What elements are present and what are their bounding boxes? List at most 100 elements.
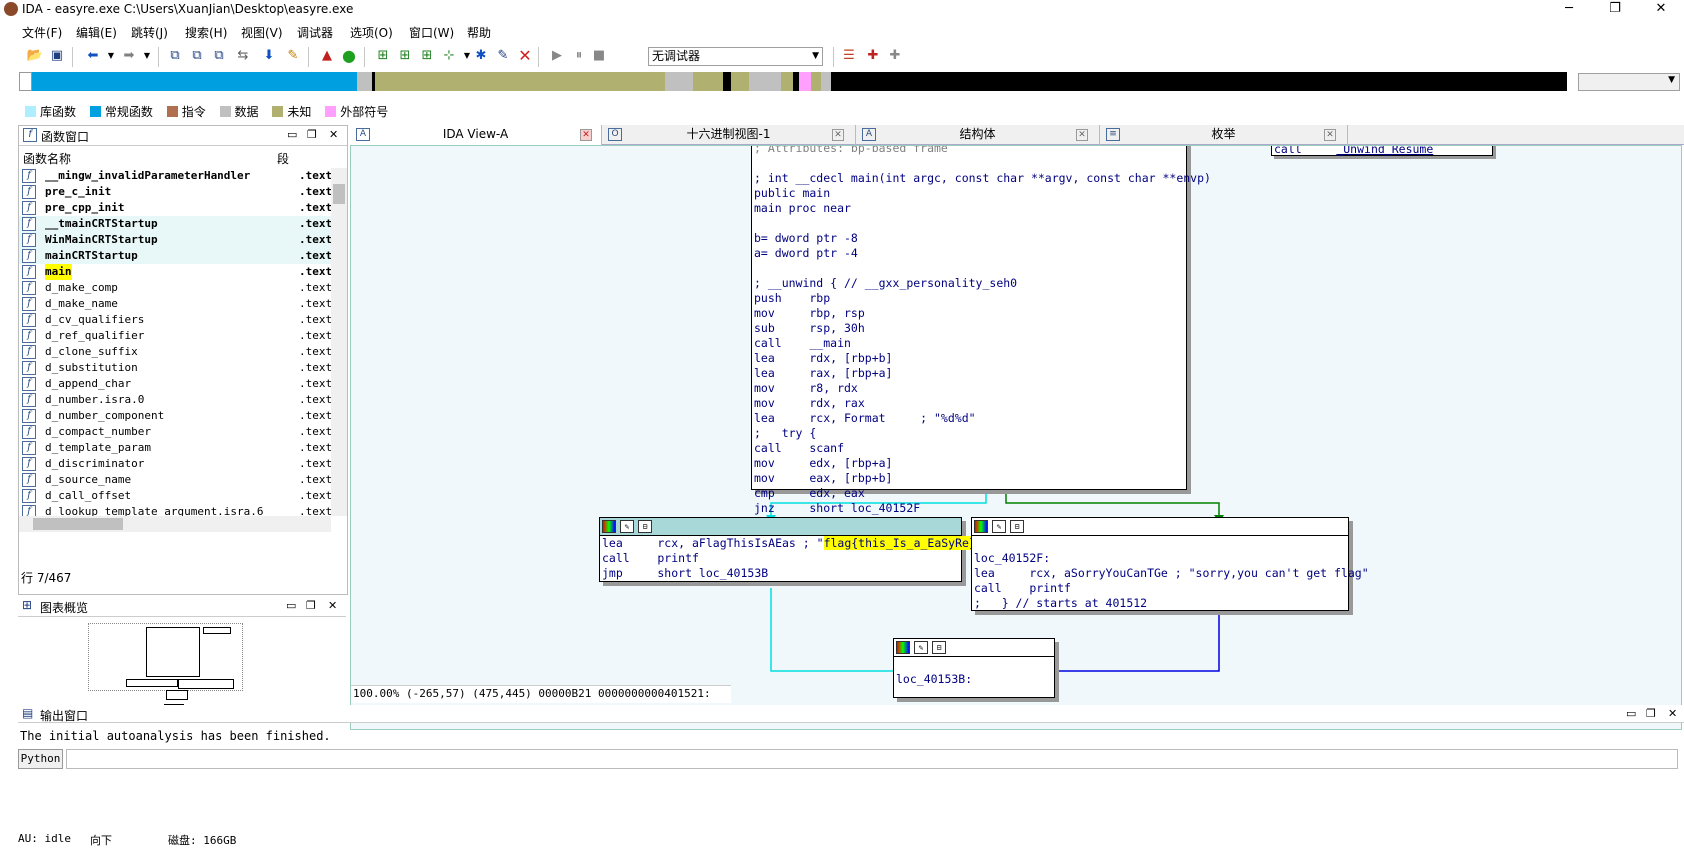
down-arrow-icon[interactable]: ⬇ bbox=[260, 47, 278, 65]
node-unwind[interactable]: call _Unwind_Resume bbox=[1271, 146, 1493, 156]
python-input[interactable] bbox=[66, 749, 1678, 769]
edit-icon[interactable]: ✎ bbox=[914, 641, 928, 654]
color-icon[interactable] bbox=[974, 520, 988, 533]
navigation-band[interactable] bbox=[32, 72, 1567, 91]
mark-icon[interactable]: ✎ bbox=[284, 47, 302, 65]
close-button[interactable]: ✕ bbox=[1638, 0, 1684, 20]
menu-debugger[interactable]: 调试器 bbox=[297, 24, 333, 41]
color-icon[interactable] bbox=[896, 641, 910, 654]
function-row[interactable]: f d_append_char .text bbox=[19, 376, 331, 392]
function-row[interactable]: f d_template_param .text bbox=[19, 440, 331, 456]
add-enum-icon[interactable]: ⊞ bbox=[418, 47, 436, 65]
add-struct-icon[interactable]: ⊞ bbox=[396, 47, 414, 65]
tab-close-icon[interactable]: ✕ bbox=[1076, 129, 1088, 141]
stop-icon[interactable]: ■ bbox=[590, 47, 608, 65]
minimize-button[interactable]: ─ bbox=[1546, 0, 1592, 20]
graph-view[interactable]: call _Unwind_Resume ; Attributes: bp-bas… bbox=[350, 145, 1682, 730]
group-icon[interactable]: ⊟ bbox=[638, 520, 652, 533]
function-row[interactable]: f __tmainCRTStartup .text bbox=[19, 216, 331, 232]
function-row[interactable]: f __mingw_invalidParameterHandler .text bbox=[19, 168, 331, 184]
group-icon[interactable]: ⊟ bbox=[932, 641, 946, 654]
tab-close-icon[interactable]: ✕ bbox=[832, 129, 844, 141]
node-sorry[interactable]: ✎ ⊟ loc_40152F: lea rcx, aSorryYouCanTGe … bbox=[971, 517, 1369, 611]
tab-enums[interactable]: ≡ 枚举 ✕ bbox=[1100, 125, 1348, 145]
list-icon[interactable]: ☰ bbox=[840, 47, 858, 65]
delete-icon[interactable]: ✕ bbox=[516, 47, 534, 65]
function-row[interactable]: f pre_c_init .text bbox=[19, 184, 331, 200]
python-button[interactable]: Python bbox=[18, 749, 63, 769]
function-row[interactable]: f d_cv_qualifiers .text bbox=[19, 312, 331, 328]
pane-close-button[interactable]: ✕ bbox=[328, 599, 337, 612]
tab-close-icon[interactable]: ✕ bbox=[580, 129, 592, 141]
tab-hex-view[interactable]: O 十六进制视图-1 ✕ bbox=[602, 125, 856, 145]
pane-float-button[interactable]: ❐ bbox=[306, 599, 316, 612]
start-debug-icon[interactable]: ▶ bbox=[548, 47, 566, 65]
menu-file[interactable]: 文件(F) bbox=[22, 24, 62, 41]
menu-view[interactable]: 视图(V) bbox=[241, 24, 283, 41]
function-row[interactable]: f d_substitution .text bbox=[19, 360, 331, 376]
function-row[interactable]: f d_clone_suffix .text bbox=[19, 344, 331, 360]
debugger-select[interactable]: 无调试器 ▼ bbox=[648, 47, 823, 66]
immediate-search-icon[interactable]: ⧉ bbox=[210, 47, 228, 65]
column-segment[interactable]: 段 bbox=[277, 150, 289, 167]
pane-close-button[interactable]: ✕ bbox=[329, 128, 338, 141]
pane-minimize-button[interactable]: ▭ bbox=[287, 128, 297, 141]
group-icon[interactable]: ⊟ bbox=[1010, 520, 1024, 533]
function-row[interactable]: f d_compact_number .text bbox=[19, 424, 331, 440]
menu-search[interactable]: 搜索(H) bbox=[185, 24, 227, 41]
forward-dropdown-icon[interactable]: ▼ bbox=[138, 47, 156, 65]
pause-icon[interactable]: ⏸ bbox=[570, 47, 588, 65]
tab-ida-view-a[interactable]: A IDA View-A ✕ bbox=[350, 125, 602, 145]
column-function-name[interactable]: 函数名称 bbox=[23, 150, 71, 167]
pane-float-button[interactable]: ❐ bbox=[307, 128, 317, 141]
function-row[interactable]: f pre_cpp_init .text bbox=[19, 200, 331, 216]
edit-icon[interactable]: ✎ bbox=[494, 47, 512, 65]
functions-vscrollbar[interactable] bbox=[331, 168, 347, 516]
tab-structures[interactable]: A 结构体 ✕ bbox=[856, 125, 1100, 145]
back-dropdown-icon[interactable]: ▼ bbox=[102, 47, 120, 65]
function-row[interactable]: f mainCRTStartup .text bbox=[19, 248, 331, 264]
forward-icon[interactable]: ➡ bbox=[120, 47, 138, 65]
back-icon[interactable]: ⬅ bbox=[84, 47, 102, 65]
function-row[interactable]: f d_source_name .text bbox=[19, 472, 331, 488]
node-loc-40153b[interactable]: ✎ ⊟ loc_40153B: bbox=[893, 638, 1055, 698]
pane-float-button[interactable]: ❐ bbox=[1646, 707, 1656, 720]
tracing-icon[interactable]: ✚ bbox=[886, 47, 904, 65]
function-row[interactable]: f d_ref_qualifier .text bbox=[19, 328, 331, 344]
add-icon[interactable]: ⊞ bbox=[374, 47, 392, 65]
function-row[interactable]: f d_make_name .text bbox=[19, 296, 331, 312]
nav-band-left[interactable] bbox=[19, 72, 32, 91]
function-row[interactable]: f d_discriminator .text bbox=[19, 456, 331, 472]
function-row[interactable]: f main .text bbox=[19, 264, 331, 280]
node-main[interactable]: ; Attributes: bp-based frame ; int __cdec… bbox=[751, 146, 1211, 515]
sequence-icon[interactable]: ⇆ bbox=[234, 47, 252, 65]
run-green-icon[interactable]: ● bbox=[340, 47, 358, 65]
menu-window[interactable]: 窗口(W) bbox=[409, 24, 454, 41]
pane-minimize-button[interactable]: ▭ bbox=[286, 599, 296, 612]
edit-icon[interactable]: ✎ bbox=[992, 520, 1006, 533]
color-icon[interactable] bbox=[602, 520, 616, 533]
menu-jump[interactable]: 跳转(J) bbox=[131, 24, 168, 41]
maximize-button[interactable]: ❐ bbox=[1592, 0, 1638, 20]
graph-icon[interactable]: ▲ bbox=[318, 47, 336, 65]
menu-options[interactable]: 选项(O) bbox=[350, 24, 393, 41]
nav-band-combo[interactable]: ▼ bbox=[1578, 73, 1680, 91]
function-row[interactable]: f d_call_offset .text bbox=[19, 488, 331, 504]
open-icon[interactable]: 📂 bbox=[26, 47, 44, 65]
menu-edit[interactable]: 编辑(E) bbox=[76, 24, 117, 41]
save-icon[interactable]: ▣ bbox=[48, 47, 66, 65]
binary-icon[interactable]: ⧉ bbox=[166, 47, 184, 65]
function-row[interactable]: f d_number.isra.0 .text bbox=[19, 392, 331, 408]
pane-minimize-button[interactable]: ▭ bbox=[1626, 707, 1636, 720]
tab-close-icon[interactable]: ✕ bbox=[1324, 129, 1336, 141]
functions-hscrollbar[interactable] bbox=[19, 516, 331, 532]
node-flag[interactable]: ✎ ⊟ lea rcx, aFlagThisIsAEas ; "flag{thi… bbox=[599, 517, 983, 582]
pane-close-button[interactable]: ✕ bbox=[1668, 707, 1677, 720]
function-row[interactable]: f d_lookup_template_argument.isra.6 .text bbox=[19, 504, 331, 516]
xref-icon[interactable]: ⊹ bbox=[440, 47, 458, 65]
function-row[interactable]: f d_make_comp .text bbox=[19, 280, 331, 296]
text-search-icon[interactable]: ⧉ bbox=[188, 47, 206, 65]
function-row[interactable]: f WinMainCRTStartup .text bbox=[19, 232, 331, 248]
breakpoint-icon[interactable]: ✚ bbox=[864, 47, 882, 65]
menu-help[interactable]: 帮助 bbox=[467, 24, 491, 41]
